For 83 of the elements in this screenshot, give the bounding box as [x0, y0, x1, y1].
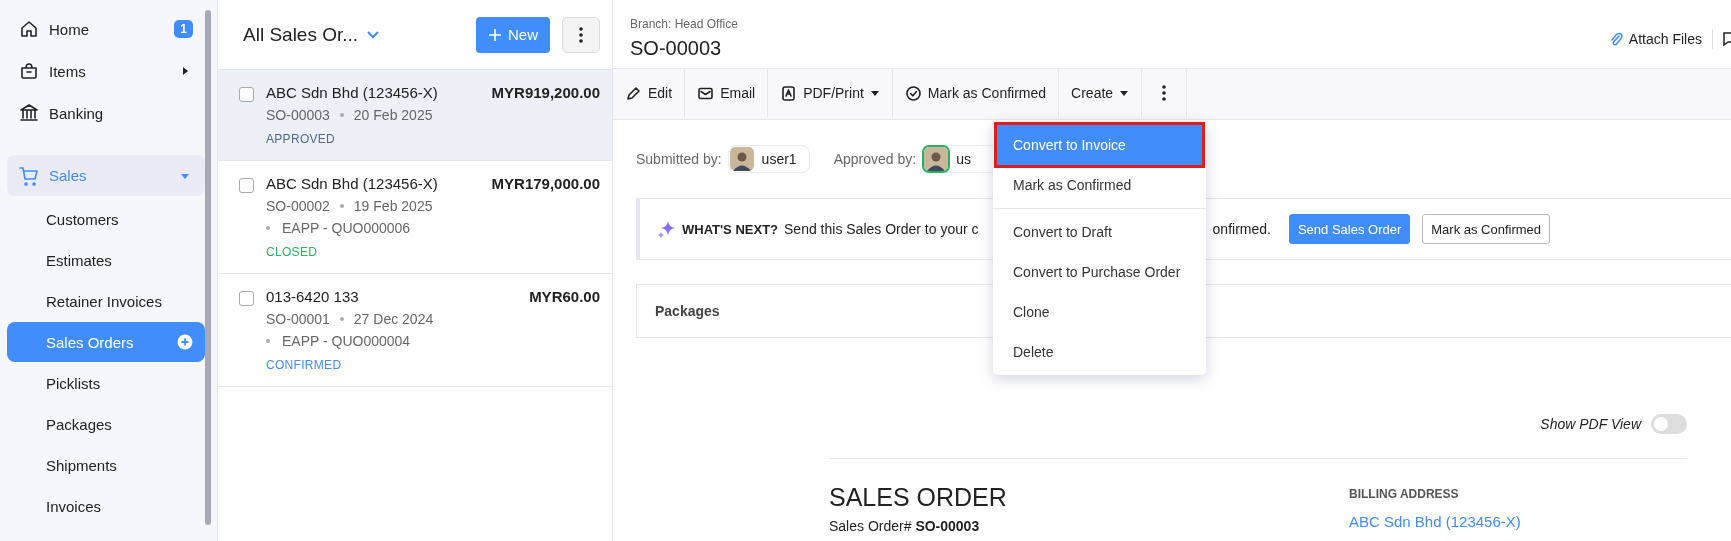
toolbar-button[interactable]: PDF/Print [768, 69, 893, 117]
field-label: Approved by: [833, 151, 917, 167]
avatar [729, 147, 754, 171]
checkbox[interactable] [239, 87, 254, 102]
more-button[interactable] [562, 16, 600, 53]
panel-title: Packages [655, 303, 720, 319]
view-selector[interactable]: All Sales Or... [243, 23, 464, 46]
toolbar-button[interactable]: Edit [613, 69, 686, 117]
whats-next-text: onfirmed. [1212, 221, 1271, 237]
menu-item[interactable]: Convert to Draft [997, 212, 1202, 252]
customer-name: ABC Sdn Bhd (123456-X) [266, 84, 438, 101]
menu-item[interactable]: Convert to Purchase Order [997, 252, 1202, 292]
order-number: SO-00002 [266, 198, 330, 214]
bank-icon [19, 103, 39, 123]
sidebar-item[interactable]: Invoices [7, 486, 205, 526]
separator-dot [339, 113, 344, 117]
sparkle-icon [658, 220, 676, 238]
more-icon [579, 26, 583, 43]
toggle-label: Show PDF View [1540, 416, 1641, 432]
document-icon [780, 84, 798, 102]
order-number: SO-00003 [266, 107, 330, 123]
toolbar-button[interactable]: Create [1059, 69, 1143, 117]
billing-heading: BILLING ADDRESS [1349, 487, 1460, 501]
cart-icon [19, 165, 39, 186]
bag-icon [19, 61, 39, 81]
check-circle-icon [904, 84, 922, 102]
toolbar-button[interactable]: Mark as Confirmed [892, 69, 1060, 117]
order-date: 20 Feb 2025 [353, 107, 433, 123]
sidebar-item[interactable]: Estimates [7, 240, 205, 280]
menu-item[interactable]: Delete [997, 332, 1202, 372]
order-date: 27 Dec 2024 [353, 311, 434, 327]
customer-name: ABC Sdn Bhd (123456-X) [266, 175, 438, 192]
separator-dot [266, 339, 270, 343]
order-amount: MYR919,200.00 [491, 84, 600, 101]
menu-item[interactable]: Clone [997, 292, 1202, 332]
sidebar-item[interactable]: Customers [7, 199, 205, 239]
reference-number: EAPP - QUO000004 [282, 333, 411, 349]
branch-label: Branch: Head Office [630, 17, 738, 31]
order-title: SO-00003 [630, 37, 723, 60]
list-row[interactable]: 013-6420 133 MYR60.00 SO-00001 27 Dec 2024 EAPP - QUO000004 CONFIRMED [218, 274, 612, 387]
whats-next-heading: WHAT'S NEXT? [682, 221, 778, 237]
order-amount: MYR179,000.00 [491, 175, 600, 192]
checkbox[interactable] [239, 291, 254, 306]
sidebar-item[interactable]: Banking [7, 93, 205, 133]
avatar [924, 147, 949, 171]
customer-name: 013-6420 133 [266, 288, 359, 305]
toolbar-button[interactable]: Email [685, 69, 769, 117]
checkbox[interactable] [239, 178, 254, 193]
order-amount: MYR60.00 [529, 288, 600, 305]
paperclip-icon [1608, 30, 1623, 47]
confirm-button[interactable]: Mark as Confirmed [1422, 214, 1551, 244]
count-badge: 1 [174, 20, 193, 38]
sidebar-item[interactable]: Retainer Invoices [7, 281, 205, 321]
plus-icon [488, 27, 502, 42]
order-date: 19 Feb 2025 [353, 198, 433, 214]
sidebar-item[interactable]: Items [7, 51, 205, 91]
status-label: APPROVED [266, 132, 337, 146]
sidebar-item[interactable]: Shipments [7, 445, 205, 485]
more-icon [1162, 85, 1167, 101]
order-number-line: Sales Order# SO-00003 [829, 518, 981, 534]
home-icon [19, 19, 39, 39]
status-label: CLOSED [266, 245, 319, 259]
sidebar-item[interactable]: Home 1 [7, 9, 205, 49]
whats-next-text: Send this Sales Order to your c [784, 221, 979, 237]
attach-files-link[interactable]: Attach Files [1608, 30, 1702, 47]
status-label: CONFIRMED [266, 358, 343, 372]
order-number: SO-00001 [266, 311, 330, 327]
list-row[interactable]: ABC Sdn Bhd (123456-X) MYR919,200.00 SO-00003 20 Feb 2025 APPROVED [218, 70, 612, 161]
pencil-icon [625, 84, 642, 102]
separator-dot [266, 226, 270, 230]
sidebar-item[interactable]: Picklists [7, 363, 205, 403]
document-title: SALES ORDER [829, 483, 1008, 512]
list-row[interactable]: ABC Sdn Bhd (123456-X) MYR179,000.00 SO-00002 19 Feb 2025 EAPP - QUO000006 CLOSED [218, 161, 612, 274]
comment-icon[interactable] [1723, 30, 1731, 47]
reference-number: EAPP - QUO000006 [282, 220, 411, 236]
scrollbar[interactable] [205, 10, 211, 525]
toggle-switch[interactable] [1651, 414, 1687, 434]
field-label: Submitted by: [636, 151, 722, 167]
separator-dot [339, 317, 344, 321]
separator-dot [339, 204, 344, 208]
add-icon [177, 334, 193, 350]
sidebar-item[interactable]: Packages [7, 404, 205, 444]
user-chip: user1 [727, 145, 810, 173]
